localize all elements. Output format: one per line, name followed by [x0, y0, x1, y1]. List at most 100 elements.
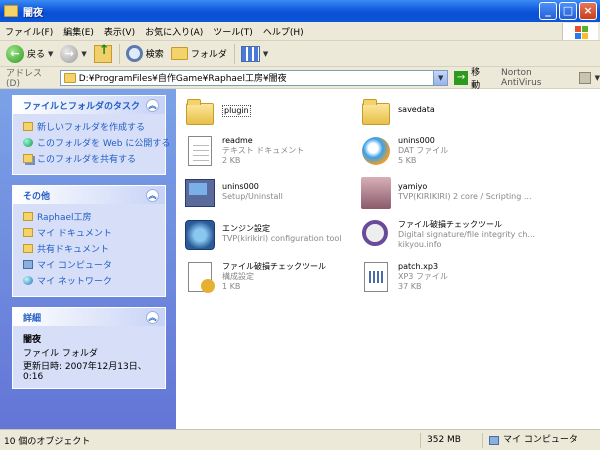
- place-raphael[interactable]: Raphael工房: [23, 210, 157, 223]
- chevron-down-icon[interactable]: ▼: [433, 70, 448, 85]
- place-label: マイ ドキュメント: [37, 229, 112, 239]
- address-input[interactable]: D:¥ProgramFiles¥自作Game¥Raphael工房¥闇夜 ▼: [59, 69, 449, 86]
- go-button[interactable]: → 移動: [454, 65, 489, 91]
- detail-modified: 更新日時: 2007年12月13日、0:16: [23, 362, 147, 382]
- views-icon: [240, 45, 260, 62]
- folder-icon: [23, 212, 33, 221]
- file-item[interactable]: plugin: [184, 95, 251, 127]
- antivirus-icon: [578, 71, 591, 84]
- antivirus-label: Norton AntiVirus: [501, 67, 542, 88]
- collapse-icon[interactable]: ︽: [146, 98, 159, 112]
- media-player-icon: [360, 135, 392, 167]
- task-new-folder[interactable]: 新しいフォルダを作成する: [23, 120, 157, 133]
- status-bar: 10 個のオブジェクト 352 MB マイ コンピュータ: [0, 429, 600, 450]
- address-path: D:¥ProgramFiles¥自作Game¥Raphael工房¥闇夜: [78, 74, 287, 84]
- location-zone: マイ コンピュータ: [482, 432, 578, 448]
- folder-icon: [170, 47, 188, 60]
- file-item[interactable]: savedata: [360, 95, 435, 127]
- views-button[interactable]: ▼: [240, 45, 268, 62]
- toolbar: ← 戻る ▼ → ▼ 検索 フォルダ ▼: [0, 41, 600, 67]
- search-button[interactable]: 検索: [125, 45, 164, 62]
- new-folder-icon: [23, 122, 33, 131]
- computer-icon: [23, 260, 33, 269]
- task-share-folder[interactable]: このフォルダを共有する: [23, 152, 157, 165]
- back-button[interactable]: ← 戻る ▼: [6, 44, 53, 63]
- computer-icon: [489, 435, 499, 445]
- file-size: 5 KB: [398, 156, 417, 165]
- folder-icon: [360, 95, 392, 127]
- panel-header[interactable]: 詳細 ︽: [13, 308, 165, 326]
- file-item[interactable]: unins000 Setup/Uninstall: [184, 177, 283, 209]
- object-count: 10 個のオブジェクト: [4, 436, 91, 447]
- file-description: Setup/Uninstall: [222, 192, 283, 201]
- detail-name: 闇夜: [23, 335, 42, 345]
- menu-view[interactable]: 表示(V): [99, 25, 140, 38]
- panel-header[interactable]: その他 ︽: [13, 186, 165, 204]
- antivirus-toolbar[interactable]: Norton AntiVirus ▼: [501, 68, 600, 88]
- menu-tools[interactable]: ツール(T): [208, 25, 258, 38]
- details-panel: 詳細 ︽ 闇夜 ファイル フォルダ 更新日時: 2007年12月13日、0:16: [12, 307, 166, 389]
- file-item[interactable]: エンジン設定 TVP(kirikiri) configuration tool: [184, 219, 341, 251]
- file-view: plugin savedata readme テキスト ドキュメント 2 KB …: [176, 89, 600, 429]
- file-size: 1 KB: [222, 282, 241, 291]
- title-bar[interactable]: 闇夜 _ □ ×: [0, 0, 600, 22]
- file-name: エンジン設定: [222, 224, 270, 233]
- menu-help[interactable]: ヘルプ(H): [258, 25, 309, 38]
- place-shared-documents[interactable]: 共有ドキュメント: [23, 242, 157, 255]
- menu-edit[interactable]: 編集(E): [58, 25, 99, 38]
- folder-icon: [4, 5, 18, 17]
- file-name: ファイル破損チェックツール: [222, 262, 326, 271]
- file-size: 37 KB: [398, 282, 422, 291]
- file-item[interactable]: readme テキスト ドキュメント 2 KB: [184, 135, 304, 167]
- window-title: 闇夜: [23, 7, 43, 19]
- toolbar-separator: [233, 43, 235, 64]
- place-my-computer[interactable]: マイ コンピュータ: [23, 258, 157, 271]
- file-description: Digital signature/file integrity ch...: [398, 230, 536, 239]
- panel-title: 詳細: [23, 313, 42, 324]
- folders-button[interactable]: フォルダ: [170, 47, 227, 60]
- setup-computer-icon: [184, 177, 216, 209]
- menu-favorites[interactable]: お気に入り(A): [140, 25, 208, 38]
- collapse-icon[interactable]: ︽: [146, 310, 159, 324]
- folders-label: フォルダ: [190, 50, 227, 60]
- file-item[interactable]: patch.xp3 XP3 ファイル 37 KB: [360, 261, 448, 293]
- chevron-down-icon[interactable]: ▼: [263, 50, 268, 58]
- file-item[interactable]: yamiyo TVP(KIRIKIRI) 2 core / Scripting …: [360, 177, 532, 209]
- file-name: unins000: [398, 136, 435, 145]
- chevron-down-icon[interactable]: ▼: [48, 50, 53, 58]
- place-my-documents[interactable]: マイ ドキュメント: [23, 226, 157, 239]
- minimize-button[interactable]: _: [539, 2, 557, 20]
- magnifier-icon: [360, 219, 392, 251]
- network-icon: [23, 276, 33, 285]
- task-publish-web[interactable]: このフォルダを Web に公開する: [23, 136, 170, 149]
- up-folder-button[interactable]: [93, 43, 112, 63]
- task-label: このフォルダを Web に公開する: [37, 139, 171, 149]
- file-item[interactable]: unins000 DAT ファイル 5 KB: [360, 135, 448, 167]
- file-item[interactable]: ファイル破損チェックツール Digital signature/file int…: [360, 219, 535, 251]
- close-button[interactable]: ×: [579, 2, 597, 20]
- folder-icon: [63, 72, 76, 83]
- search-label: 検索: [145, 50, 164, 60]
- window-controls: _ □ ×: [539, 2, 597, 20]
- total-size: 352 MB: [420, 432, 482, 448]
- collapse-icon[interactable]: ︽: [146, 188, 159, 202]
- location-label: マイ コンピュータ: [503, 434, 578, 445]
- chevron-down-icon[interactable]: ▼: [595, 74, 600, 82]
- address-bar: アドレス(D) D:¥ProgramFiles¥自作Game¥Raphael工房…: [0, 65, 600, 91]
- place-my-network[interactable]: マイ ネットワーク: [23, 274, 157, 287]
- folder-icon: [184, 95, 216, 127]
- file-company: kikyou.info: [398, 240, 442, 249]
- panel-header[interactable]: ファイルとフォルダのタスク ︽: [13, 96, 165, 114]
- menu-file[interactable]: ファイル(F): [0, 25, 58, 38]
- back-label: 戻る: [27, 50, 46, 60]
- chevron-down-icon[interactable]: ▼: [81, 50, 86, 58]
- file-item[interactable]: ファイル破損チェックツール 構成設定 1 KB: [184, 261, 326, 293]
- up-folder-icon: [93, 43, 112, 63]
- forward-button[interactable]: → ▼: [60, 44, 87, 63]
- go-arrow-icon: →: [454, 70, 469, 85]
- menu-bar: ファイル(F) 編集(E) 表示(V) お気に入り(A) ツール(T) ヘルプ(…: [0, 22, 600, 41]
- file-type: XP3 ファイル: [398, 272, 448, 281]
- place-label: マイ ネットワーク: [37, 277, 112, 287]
- maximize-button[interactable]: □: [559, 2, 577, 20]
- file-description: TVP(kirikiri) configuration tool: [222, 234, 342, 243]
